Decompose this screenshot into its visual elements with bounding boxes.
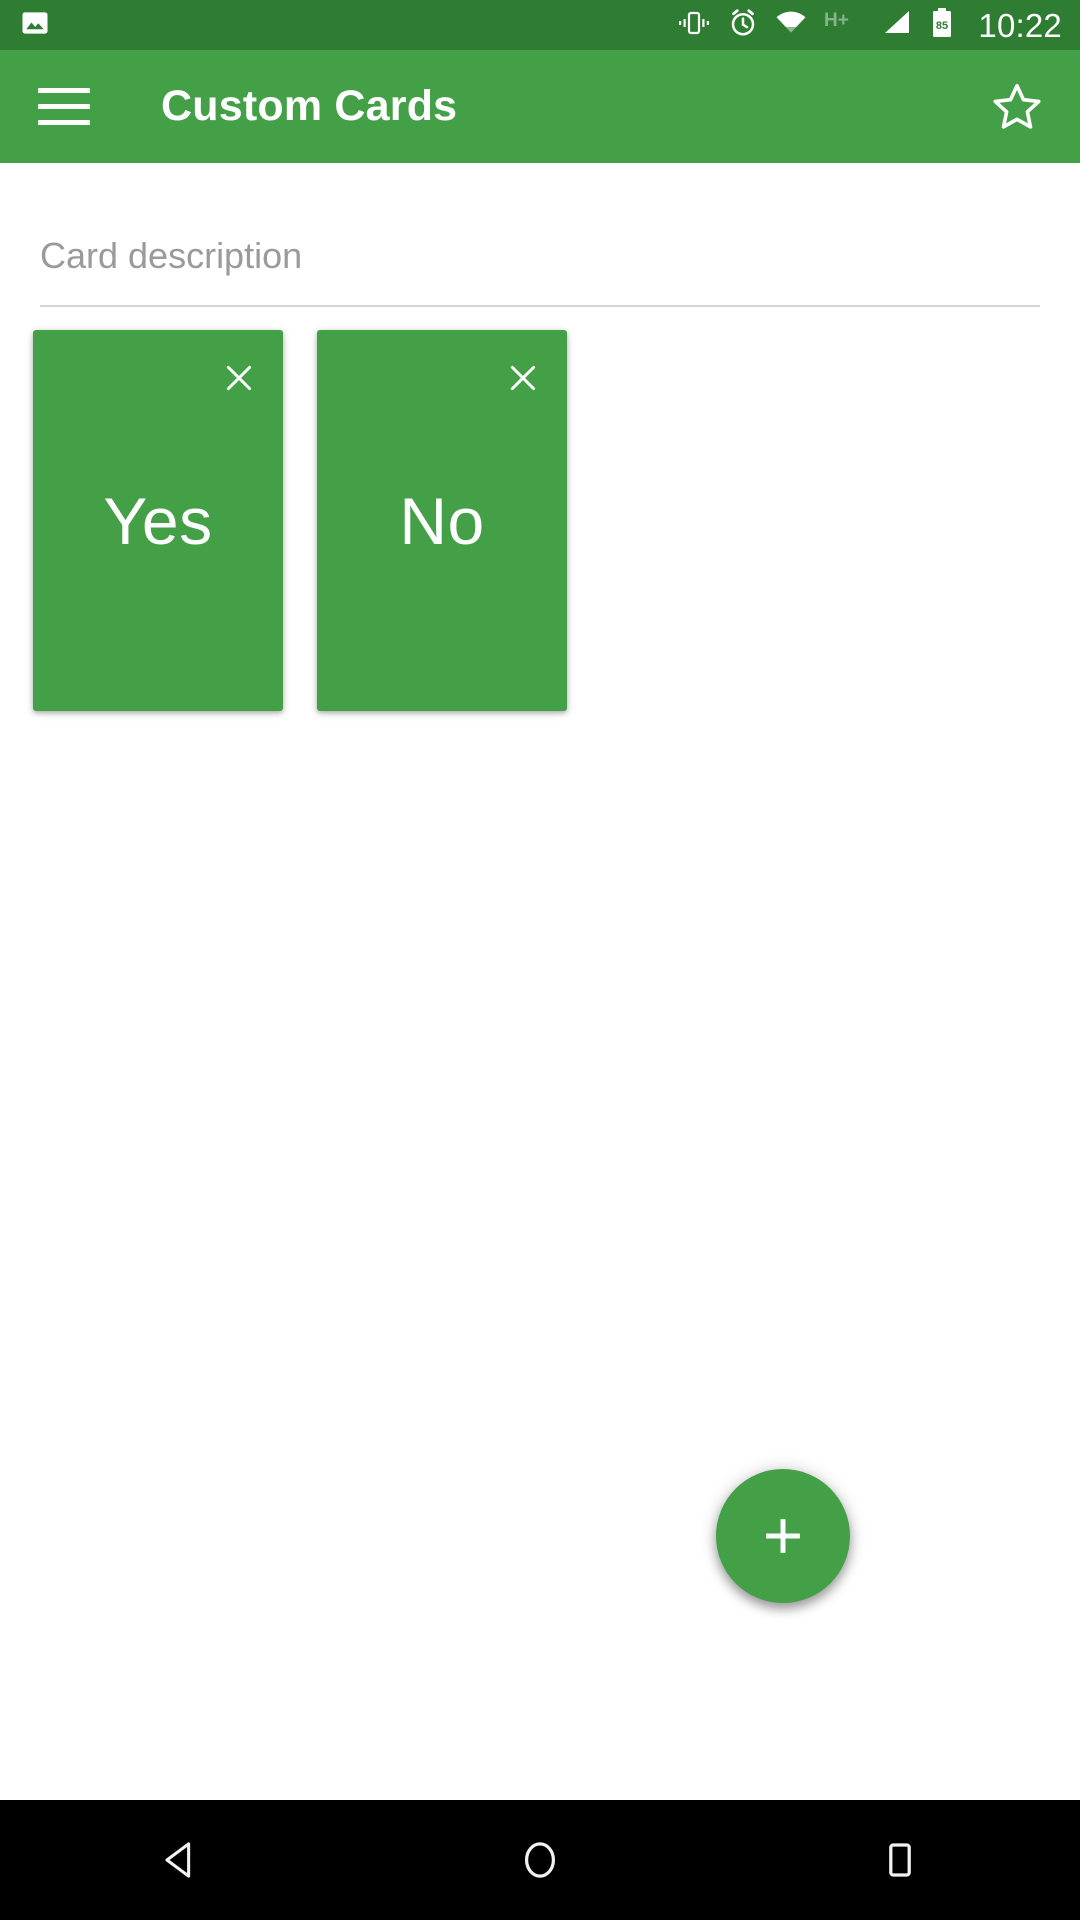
card-label: No (399, 483, 485, 558)
app-screen: H+ 85 10:22 Custom Cards Card descriptio… (0, 0, 1080, 1920)
alarm-icon (728, 8, 758, 43)
custom-card[interactable]: No (317, 330, 567, 711)
hamburger-menu-icon[interactable] (38, 87, 90, 127)
svg-text:H+: H+ (824, 10, 849, 31)
android-navigation-bar (0, 1800, 1080, 1920)
add-card-fab[interactable] (716, 1469, 850, 1603)
card-list: Yes No (33, 330, 567, 711)
status-bar: H+ 85 10:22 (0, 0, 1080, 50)
recents-square-icon (889, 1843, 911, 1877)
network-hplus-icon: H+ (824, 8, 864, 43)
vibrate-icon (677, 8, 711, 43)
input-underline (40, 305, 1040, 307)
wifi-icon (775, 8, 807, 43)
back-triangle-icon (165, 1842, 191, 1878)
hamburger-bar (38, 120, 90, 125)
card-description-input[interactable] (40, 235, 1040, 305)
custom-card[interactable]: Yes (33, 330, 283, 711)
home-circle-icon (524, 1842, 556, 1878)
cellular-signal-icon (881, 8, 913, 43)
app-toolbar: Custom Cards (0, 50, 1080, 163)
star-outline-icon[interactable] (982, 72, 1052, 142)
hamburger-bar (38, 88, 90, 93)
status-bar-system-icons: H+ 85 10:22 (677, 7, 1062, 44)
card-description-field (40, 235, 1040, 307)
card-label: Yes (103, 483, 213, 558)
status-bar-clock: 10:22 (978, 6, 1062, 44)
nav-home-button[interactable] (465, 1800, 615, 1920)
close-icon[interactable] (215, 354, 263, 402)
battery-icon: 85 (930, 7, 954, 44)
nav-recents-button[interactable] (825, 1800, 975, 1920)
close-icon[interactable] (499, 354, 547, 402)
content-area: Yes No (0, 163, 1080, 1800)
plus-icon (766, 1519, 800, 1553)
hamburger-bar (38, 104, 90, 109)
svg-text:85: 85 (936, 20, 948, 32)
photo-notification-icon (20, 8, 50, 43)
nav-back-button[interactable] (105, 1800, 255, 1920)
status-bar-notifications (20, 8, 50, 43)
page-title: Custom Cards (161, 82, 458, 130)
